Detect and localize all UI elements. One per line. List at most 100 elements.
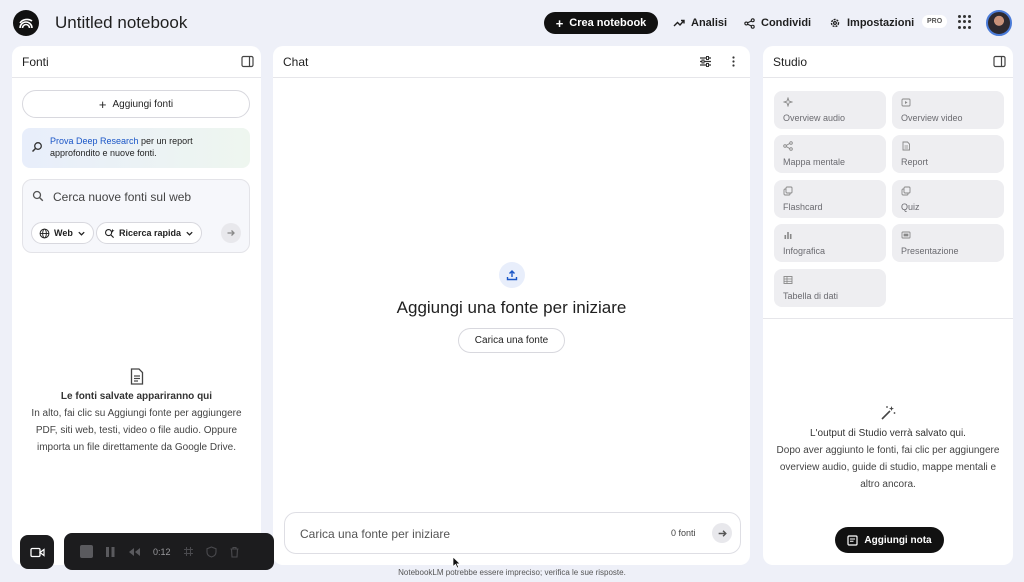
analytics-label: Analisi xyxy=(691,17,728,29)
plus-icon: + xyxy=(98,96,107,112)
web-search-box: Cerca nuove fonti sul web Web Ricerca ra… xyxy=(22,179,250,253)
share-button[interactable]: Condividi xyxy=(744,12,811,34)
avatar[interactable] xyxy=(986,10,1012,36)
rewind-icon[interactable] xyxy=(128,547,141,557)
report-icon xyxy=(902,141,910,151)
create-notebook-label: Crea notebook xyxy=(569,17,647,29)
settings-label: Impostazioni xyxy=(847,17,915,29)
tile-label: Infografica xyxy=(783,246,826,256)
collapse-panel-icon[interactable] xyxy=(993,55,1006,68)
web-chip-label: Web xyxy=(54,228,73,238)
add-note-button[interactable]: Aggiungi nota xyxy=(835,527,944,553)
upload-source-button[interactable]: Carica una fonte xyxy=(457,328,566,353)
tile-label: Overview audio xyxy=(783,113,846,123)
upload-icon xyxy=(498,262,525,288)
search-sparkle-icon xyxy=(31,142,42,153)
tile-label: Quiz xyxy=(901,202,920,212)
tile-mind-map[interactable]: Mappa mentale xyxy=(774,135,886,173)
source-count: 0 fonti xyxy=(671,528,696,538)
camera-toggle-button[interactable] xyxy=(20,535,54,569)
pause-icon[interactable] xyxy=(105,546,116,558)
divider xyxy=(763,318,1013,319)
tile-label: Overview video xyxy=(901,113,963,123)
studio-empty-title: L'output di Studio verrà salvato qui. xyxy=(810,428,966,439)
analytics-button[interactable]: Analisi xyxy=(673,12,727,34)
more-vert-icon[interactable] xyxy=(727,55,740,68)
stop-icon[interactable] xyxy=(80,545,93,558)
deep-research-banner[interactable]: Prova Deep Research per un report approf… xyxy=(22,128,250,168)
deep-research-link[interactable]: Prova Deep Research xyxy=(50,136,139,146)
chat-title: Chat xyxy=(283,54,309,69)
sources-header: Fonti xyxy=(12,46,261,78)
tile-label: Report xyxy=(901,157,929,167)
shield-icon[interactable] xyxy=(205,545,217,558)
studio-empty-state: L'output di Studio verrà salvato qui. Do… xyxy=(763,404,1013,493)
sources-title: Fonti xyxy=(22,54,49,69)
tile-data-table[interactable]: Tabella di dati xyxy=(774,269,886,307)
tile-label: Tabella di dati xyxy=(783,291,839,301)
chevron-down-icon xyxy=(78,231,85,236)
chat-input[interactable]: Carica una fonte per iniziare 0 fonti xyxy=(284,512,741,554)
sources-empty-state: Le fonti salvate appariranno qui In alto… xyxy=(12,368,261,456)
web-search-input[interactable]: Cerca nuove fonti sul web xyxy=(53,190,191,204)
tile-report[interactable]: Report xyxy=(892,135,1004,173)
grid-icon[interactable] xyxy=(183,546,194,557)
notebooklm-logo-icon[interactable] xyxy=(13,10,39,36)
pro-badge: PRO xyxy=(922,15,948,28)
studio-panel: Studio Overview audio Overview video Map… xyxy=(763,46,1013,565)
chevron-down-icon xyxy=(186,231,193,236)
note-icon xyxy=(847,534,858,546)
studio-empty-body: Dopo aver aggiunto le fonti, fai clic pe… xyxy=(776,445,1000,490)
trending-up-icon xyxy=(673,19,685,27)
video-icon xyxy=(901,98,911,107)
collapse-panel-icon[interactable] xyxy=(241,55,254,68)
studio-title: Studio xyxy=(773,54,808,69)
quiz-icon xyxy=(901,186,911,196)
fast-search-icon xyxy=(105,228,115,238)
tile-audio-overview[interactable]: Overview audio xyxy=(774,91,886,129)
tile-infographic[interactable]: Infografica xyxy=(774,224,886,262)
arrow-right-icon xyxy=(718,529,727,537)
research-mode-label: Ricerca rapida xyxy=(119,228,182,238)
gear-icon xyxy=(830,18,840,28)
flashcard-icon xyxy=(783,186,793,196)
tile-video-overview[interactable]: Overview video xyxy=(892,91,1004,129)
research-mode-dropdown[interactable]: Ricerca rapida xyxy=(96,222,203,244)
notebook-title[interactable]: Untitled notebook xyxy=(55,13,187,33)
trash-icon[interactable] xyxy=(229,546,240,558)
chat-send-button[interactable] xyxy=(712,523,732,543)
slides-icon xyxy=(901,231,911,239)
chat-header: Chat xyxy=(273,46,750,78)
tile-quiz[interactable]: Quiz xyxy=(892,180,1004,218)
top-bar: Untitled notebook + Crea notebook Analis… xyxy=(0,0,1024,46)
chat-empty-state: Aggiungi una fonte per iniziare Carica u… xyxy=(273,262,750,353)
add-note-label: Aggiungi nota xyxy=(864,534,932,546)
sparkle-wave-icon xyxy=(783,97,793,107)
tile-presentation[interactable]: Presentazione xyxy=(892,224,1004,262)
sources-panel: Fonti + Aggiungi fonti Prova Deep Resear… xyxy=(12,46,261,565)
chat-empty-heading: Aggiungi una fonte per iniziare xyxy=(396,298,627,317)
plus-icon: + xyxy=(555,15,564,31)
add-sources-button[interactable]: + Aggiungi fonti xyxy=(22,90,250,118)
sources-empty-body: In alto, fai clic su Aggiungi fonte per … xyxy=(31,408,242,453)
recording-timer: 0:12 xyxy=(153,546,171,557)
infographic-icon xyxy=(784,232,792,239)
camera-icon xyxy=(29,547,45,557)
magic-wand-icon xyxy=(881,406,896,420)
tile-label: Presentazione xyxy=(901,246,959,256)
settings-button[interactable]: Impostazioni xyxy=(829,12,914,34)
tile-flashcard[interactable]: Flashcard xyxy=(774,180,886,218)
create-notebook-button[interactable]: + Crea notebook xyxy=(544,12,658,34)
globe-icon xyxy=(39,228,50,238)
mouse-cursor-icon xyxy=(452,556,461,569)
recording-toolbar: 0:12 xyxy=(64,533,274,570)
web-source-dropdown[interactable]: Web xyxy=(31,222,94,244)
share-label: Condividi xyxy=(761,17,812,29)
table-icon xyxy=(783,276,793,284)
tile-label: Mappa mentale xyxy=(783,157,846,167)
chat-panel: Chat Aggiungi una fonte per iniziare Car… xyxy=(273,46,750,565)
apps-grid-icon[interactable] xyxy=(958,15,972,29)
studio-header: Studio xyxy=(763,46,1013,78)
web-search-submit-button[interactable] xyxy=(221,223,241,243)
tune-icon[interactable] xyxy=(699,55,712,68)
